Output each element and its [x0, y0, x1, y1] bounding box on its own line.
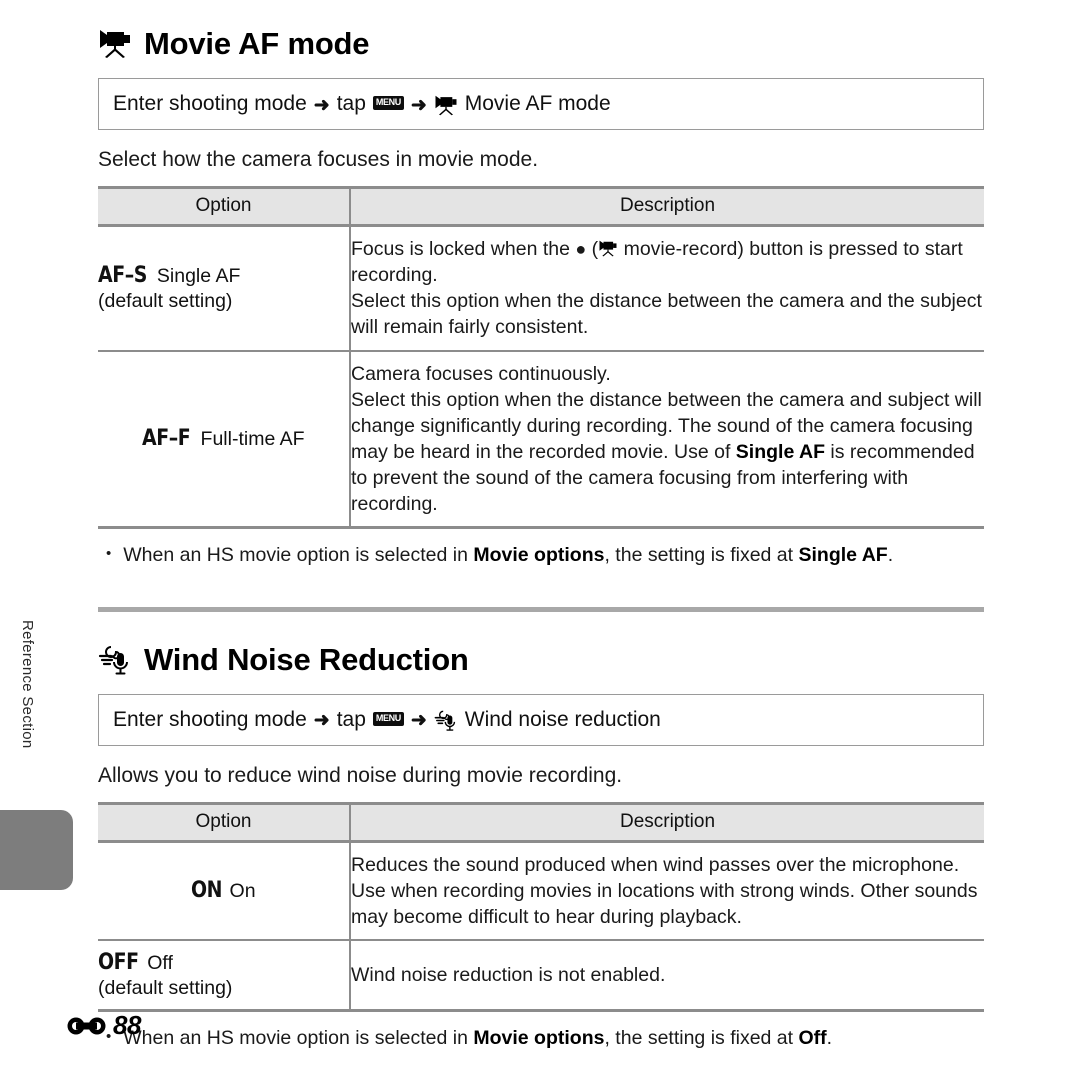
section-movie-af-mode: Movie AF mode Enter shooting mode ➜ tap … — [98, 0, 984, 569]
arrow-right-icon: ➜ — [410, 710, 427, 732]
section-intro-text: Select how the camera focuses in movie m… — [98, 148, 539, 171]
arrow-right-icon: ➜ — [410, 94, 427, 116]
movie-camera-icon — [434, 95, 458, 116]
section-note-text: When an HS movie option is selected in M… — [123, 1026, 833, 1049]
navigation-path-text: Enter shooting mode ➜ tap MENU ➜ Movie A… — [113, 92, 611, 116]
section-heading: Wind Noise Reduction — [98, 642, 984, 678]
page-number: 88 — [113, 1010, 141, 1040]
option-label: On — [229, 880, 256, 903]
table-header-row: Option Description — [98, 801, 984, 843]
description-cell: Camera focuses continuously. Select this … — [349, 350, 984, 530]
option-cell-on: ON On — [98, 841, 350, 941]
navigation-path-text: Enter shooting mode ➜ tap MENU ➜ Wind no… — [113, 708, 661, 732]
column-header-option: Option — [98, 186, 350, 227]
page-content: Movie AF mode Enter shooting mode ➜ tap … — [98, 0, 984, 1080]
nav-step-3: Movie AF mode — [464, 92, 611, 115]
menu-button-icon[interactable]: MENU — [372, 711, 404, 726]
arrow-right-icon: ➜ — [313, 94, 330, 116]
nav-step-1: Enter shooting mode — [113, 707, 307, 731]
sidebar-thumb-tab — [0, 810, 73, 890]
on-code-glyph: ON — [191, 878, 223, 904]
table-row: AF–S Single AF (default setting) Focus is… — [98, 225, 984, 352]
option-cell-single-af: AF–S Single AF (default setting) — [98, 225, 350, 352]
sidebar-section-label: Reference Section — [19, 620, 36, 749]
table-row: ON On Reduces the sound produced when win… — [98, 841, 984, 941]
table-row: OFF Off (default setting) Wind noise redu… — [98, 939, 984, 1012]
column-header-option: Option — [98, 801, 350, 843]
table-row: AF–F Full-time AF Camera focuses continuo… — [98, 350, 984, 530]
record-dot-icon: ● — [575, 239, 587, 259]
option-label: Off — [147, 951, 173, 974]
option-name-line: OFF Off — [98, 950, 349, 975]
option-name-line: AF–S Single AF — [98, 263, 349, 288]
option-name-line: ON On — [98, 878, 349, 903]
section-heading-text: Movie AF mode — [144, 26, 370, 61]
description-cell: Focus is locked when the ● ( movie-recor… — [349, 225, 984, 352]
menu-button-icon[interactable]: MENU — [372, 96, 404, 110]
section-heading: Movie AF mode — [98, 26, 984, 62]
option-label: Single AF — [156, 265, 241, 288]
section-note: • When an HS movie option is selected in… — [98, 1026, 984, 1051]
section-divider — [98, 606, 984, 612]
nav-step-2: tap — [336, 707, 366, 731]
option-label: Full-time AF — [200, 428, 305, 451]
option-default-note: (default setting) — [98, 976, 233, 999]
navigation-path-box: Enter shooting mode ➜ tap MENU ➜ Wind no… — [98, 693, 984, 746]
arrow-right-icon: ➜ — [313, 710, 330, 732]
section-note-text: When an HS movie option is selected in M… — [123, 544, 894, 567]
movie-camera-icon — [98, 29, 132, 59]
section-intro-text: Allows you to reduce wind noise during m… — [98, 763, 623, 787]
nav-step-3: Wind noise reduction — [464, 707, 661, 731]
off-code-glyph: OFF — [98, 949, 139, 975]
column-header-description: Description — [349, 186, 984, 227]
description-cell: Reduces the sound produced when wind pas… — [349, 841, 984, 941]
nav-step-2: tap — [336, 92, 366, 115]
option-default-note: (default setting) — [98, 290, 233, 313]
af-f-code-glyph: AF–F — [142, 426, 191, 452]
movie-af-mode-table: Option Description AF–S Single AF (defaul… — [98, 186, 984, 530]
movie-camera-icon — [598, 240, 618, 257]
reference-section-symbol-icon — [66, 1014, 110, 1038]
nav-step-1: Enter shooting mode — [113, 92, 307, 115]
wind-noise-icon — [98, 645, 132, 675]
description-cell: Wind noise reduction is not enabled. — [349, 939, 984, 1012]
option-cell-off: OFF Off (default setting) — [98, 939, 350, 1012]
section-heading-text: Wind Noise Reduction — [144, 641, 469, 677]
page-footer: 88 — [66, 1010, 141, 1041]
option-name-line: AF–F Full-time AF — [98, 426, 349, 451]
navigation-path-box: Enter shooting mode ➜ tap MENU ➜ Movie A… — [98, 78, 984, 130]
bullet-icon: • — [106, 545, 112, 563]
wind-noise-reduction-table: Option Description ON On Reduces the soun… — [98, 801, 984, 1012]
column-header-description: Description — [349, 801, 984, 843]
option-cell-full-time-af: AF–F Full-time AF — [98, 350, 350, 530]
section-note: • When an HS movie option is selected in… — [98, 543, 984, 568]
section-wind-noise-reduction: Wind Noise Reduction Enter shooting mode… — [98, 642, 984, 1052]
af-s-code-glyph: AF–S — [98, 263, 147, 289]
table-header-row: Option Description — [98, 186, 984, 227]
wind-noise-icon — [434, 710, 458, 731]
